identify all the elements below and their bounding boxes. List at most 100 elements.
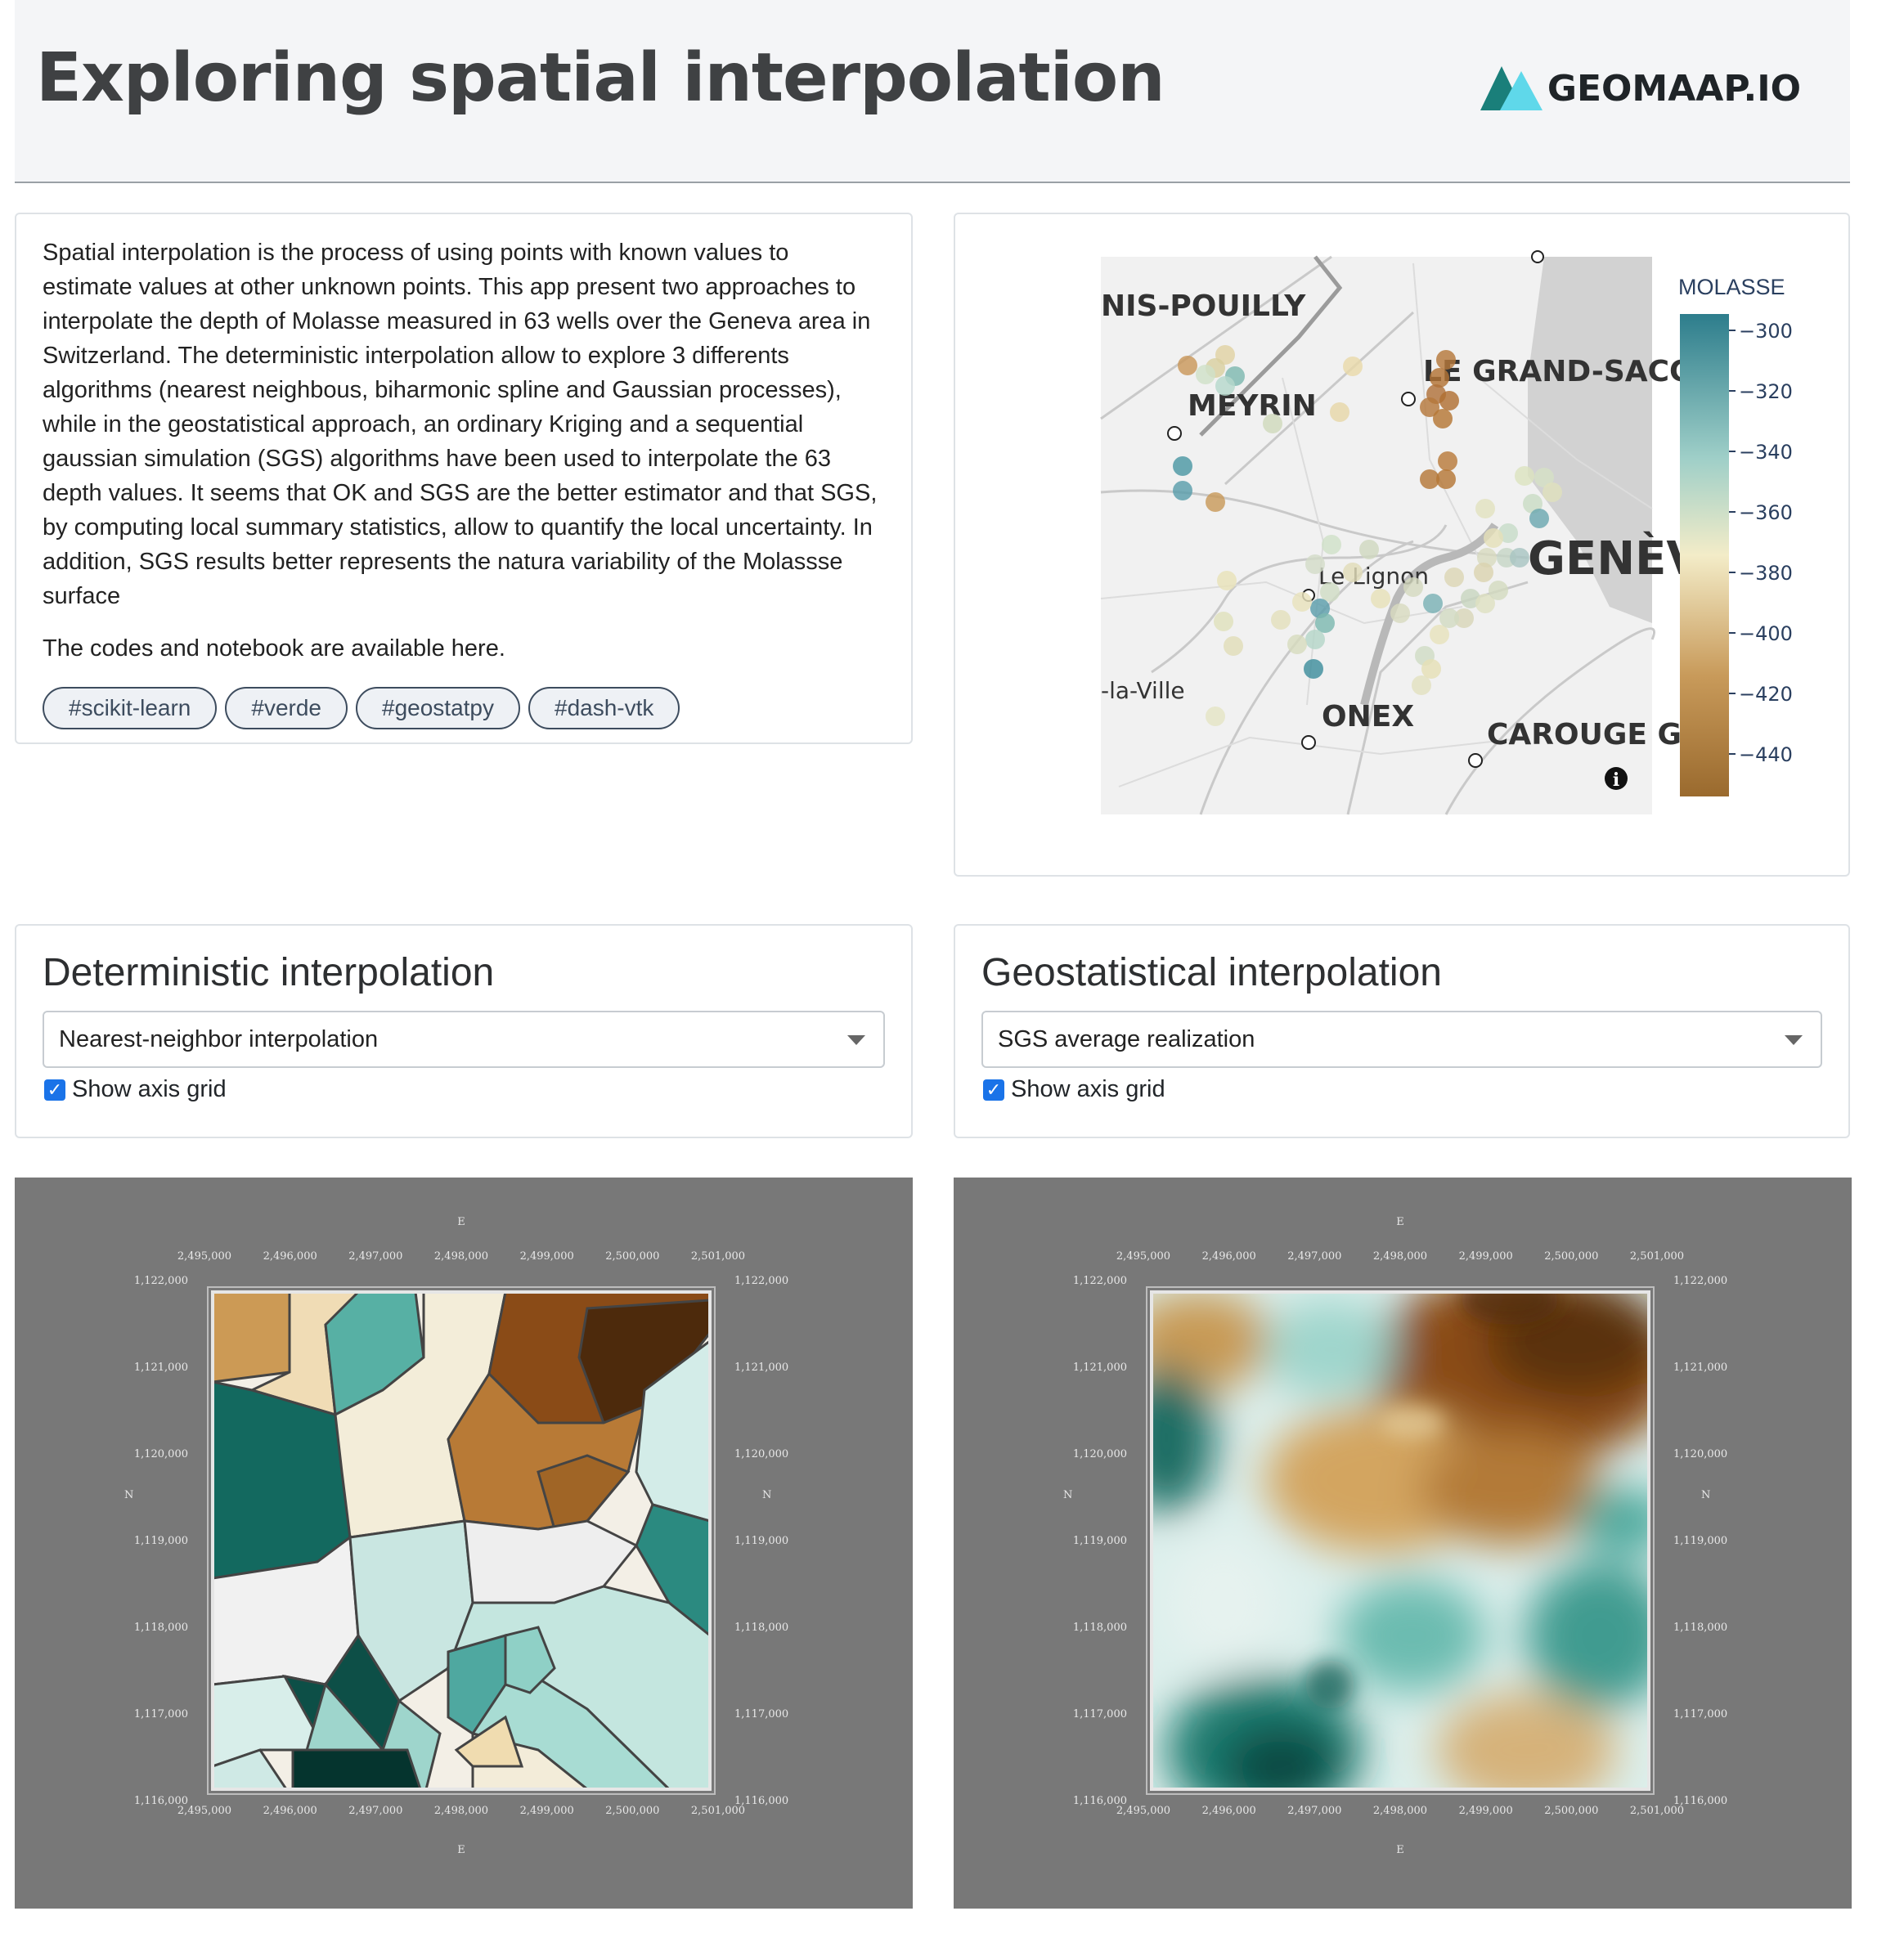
well-point[interactable] (1173, 481, 1192, 500)
well-point[interactable] (1371, 589, 1390, 608)
deterministic-3d-view[interactable]: 2,495,000 2,495,000 2,496,000 2,496,000 2,49… (15, 1178, 913, 1909)
y-tick-label-right: 1,120,000 (734, 1448, 788, 1460)
well-point[interactable] (1433, 409, 1453, 428)
well-point[interactable] (1515, 466, 1534, 486)
town-marker (1531, 250, 1544, 263)
deterministic-method-dropdown[interactable]: Nearest-neighbor interpolation (43, 1011, 885, 1068)
well-point[interactable] (1439, 391, 1459, 410)
y-axis-title-left: N (1063, 1489, 1072, 1501)
well-point[interactable] (1475, 499, 1495, 518)
x-tick-label-top: 2,498,000 (1373, 1250, 1427, 1263)
well-point[interactable] (1217, 571, 1237, 590)
geostatistical-plot[interactable]: 2,495,0002,495,0002,496,0002,496,0002,49… (954, 1178, 1852, 1909)
tag-scikit-learn[interactable]: #scikit-learn (43, 687, 218, 729)
geostatistical-card: Geostatistical interpolation SGS average… (954, 924, 1850, 1138)
x-tick-label-bottom: 2,497,000 (1287, 1805, 1341, 1817)
y-tick-label-left: 1,116,000 (134, 1795, 188, 1807)
codes-note[interactable]: The codes and notebook are available her… (43, 631, 885, 666)
geomaap-logo[interactable]: GEOMAAP.IO (1480, 64, 1801, 113)
well-point[interactable] (1529, 509, 1549, 528)
well-map[interactable]: NIS-POUILLY MEYRIN LE GRAND-SACC GENÈV L… (955, 214, 1848, 875)
y-tick-label-right: 1,122,000 (1673, 1275, 1727, 1287)
y-tick-label-right: 1,119,000 (1673, 1535, 1727, 1547)
well-point[interactable] (1322, 535, 1341, 554)
show-grid-label: Show axis grid (1011, 1076, 1165, 1102)
well-point[interactable] (1359, 540, 1379, 559)
tag-geostatpy[interactable]: #geostatpy (356, 687, 521, 729)
well-point[interactable] (1484, 528, 1503, 548)
colorbar-tick-label: −360 (1739, 501, 1793, 524)
well-point[interactable] (1412, 675, 1431, 695)
well-point[interactable] (1439, 608, 1459, 628)
well-point[interactable] (1271, 610, 1291, 630)
svg-text:i: i (1613, 769, 1619, 791)
town-marker (1301, 735, 1316, 750)
well-point[interactable] (1206, 707, 1225, 726)
well-point[interactable] (1305, 630, 1325, 649)
well-point[interactable] (1474, 563, 1493, 582)
logo-text: GEOMAAP.IO (1547, 67, 1801, 110)
y-tick-label-left: 1,118,000 (1073, 1622, 1127, 1634)
well-point[interactable] (1343, 563, 1363, 582)
x-tick-label-top: 2,499,000 (1459, 1250, 1513, 1263)
well-point[interactable] (1430, 368, 1449, 388)
well-point[interactable] (1206, 492, 1225, 512)
well-point[interactable] (1304, 659, 1323, 679)
well-point[interactable] (1196, 365, 1215, 384)
well-point[interactable] (1436, 469, 1456, 489)
x-tick-label-bottom: 2,497,000 (348, 1805, 402, 1817)
well-point[interactable] (1438, 451, 1457, 471)
well-point[interactable] (1263, 414, 1282, 433)
y-tick-label-left: 1,122,000 (1073, 1275, 1127, 1287)
well-point[interactable] (1287, 635, 1307, 654)
tag-verde[interactable]: #verde (225, 687, 348, 729)
colorbar-tick-label: −440 (1739, 743, 1793, 766)
y-tick-label-right: 1,116,000 (1673, 1795, 1727, 1807)
geostatistical-method-dropdown[interactable]: SGS average realization (981, 1011, 1822, 1068)
well-point[interactable] (1489, 581, 1508, 600)
y-tick-label-left: 1,118,000 (134, 1622, 188, 1634)
tag-list: #scikit-learn #verde #geostatpy #dash-vt… (43, 687, 885, 729)
well-map-card: NIS-POUILLY MEYRIN LE GRAND-SACC GENÈV L… (954, 213, 1850, 877)
deterministic-card: Deterministic interpolation Nearest-neig… (15, 924, 913, 1138)
well-point[interactable] (1343, 357, 1363, 376)
well-point[interactable] (1315, 613, 1335, 633)
well-point[interactable] (1390, 603, 1410, 623)
x-tick-label-top: 2,501,000 (1630, 1250, 1684, 1263)
well-point[interactable] (1320, 582, 1340, 602)
tag-dash-vtk[interactable]: #dash-vtk (528, 687, 680, 729)
well-point[interactable] (1543, 482, 1562, 502)
place-label: GENÈV (1528, 532, 1702, 585)
intro-paragraph: Spatial interpolation is the process of … (43, 240, 878, 609)
page-title: Exploring spatial interpolation (36, 39, 1165, 117)
place-label: ONEX (1322, 700, 1414, 734)
place-label: LE GRAND-SACC (1423, 355, 1691, 388)
well-point[interactable] (1173, 456, 1192, 476)
show-grid-checkbox[interactable]: ✓ (44, 1079, 65, 1101)
well-point[interactable] (1215, 376, 1235, 396)
well-point[interactable] (1330, 402, 1349, 422)
well-point[interactable] (1224, 636, 1243, 656)
y-tick-label-right: 1,117,000 (1673, 1708, 1727, 1720)
chevron-down-icon (1785, 1035, 1803, 1045)
show-grid-checkbox[interactable]: ✓ (983, 1079, 1004, 1101)
well-point[interactable] (1444, 568, 1464, 587)
well-point[interactable] (1403, 577, 1423, 597)
well-point[interactable] (1423, 594, 1443, 613)
well-point[interactable] (1421, 659, 1441, 679)
well-point[interactable] (1178, 356, 1197, 375)
y-tick-label-left: 1,120,000 (134, 1448, 188, 1460)
well-point[interactable] (1436, 350, 1456, 370)
x-tick-label-top: 2,497,000 (1287, 1250, 1341, 1263)
well-point[interactable] (1214, 612, 1233, 631)
y-tick-label-left: 1,116,000 (1073, 1795, 1127, 1807)
well-point[interactable] (1430, 625, 1449, 644)
well-point[interactable] (1510, 548, 1529, 568)
geostatistical-3d-view[interactable]: 2,495,000 2,495,000 2,496,000 2,496,000 2,49… (954, 1178, 1852, 1909)
y-axis-title-right: N (1701, 1489, 1710, 1501)
x-tick-label-bottom: 2,496,000 (1202, 1805, 1256, 1817)
deterministic-plot[interactable]: 2,495,0002,495,0002,496,0002,496,0002,49… (15, 1178, 913, 1909)
colorbar-title: MOLASSE (1678, 275, 1785, 299)
well-point[interactable] (1292, 592, 1312, 612)
well-point[interactable] (1305, 554, 1325, 574)
